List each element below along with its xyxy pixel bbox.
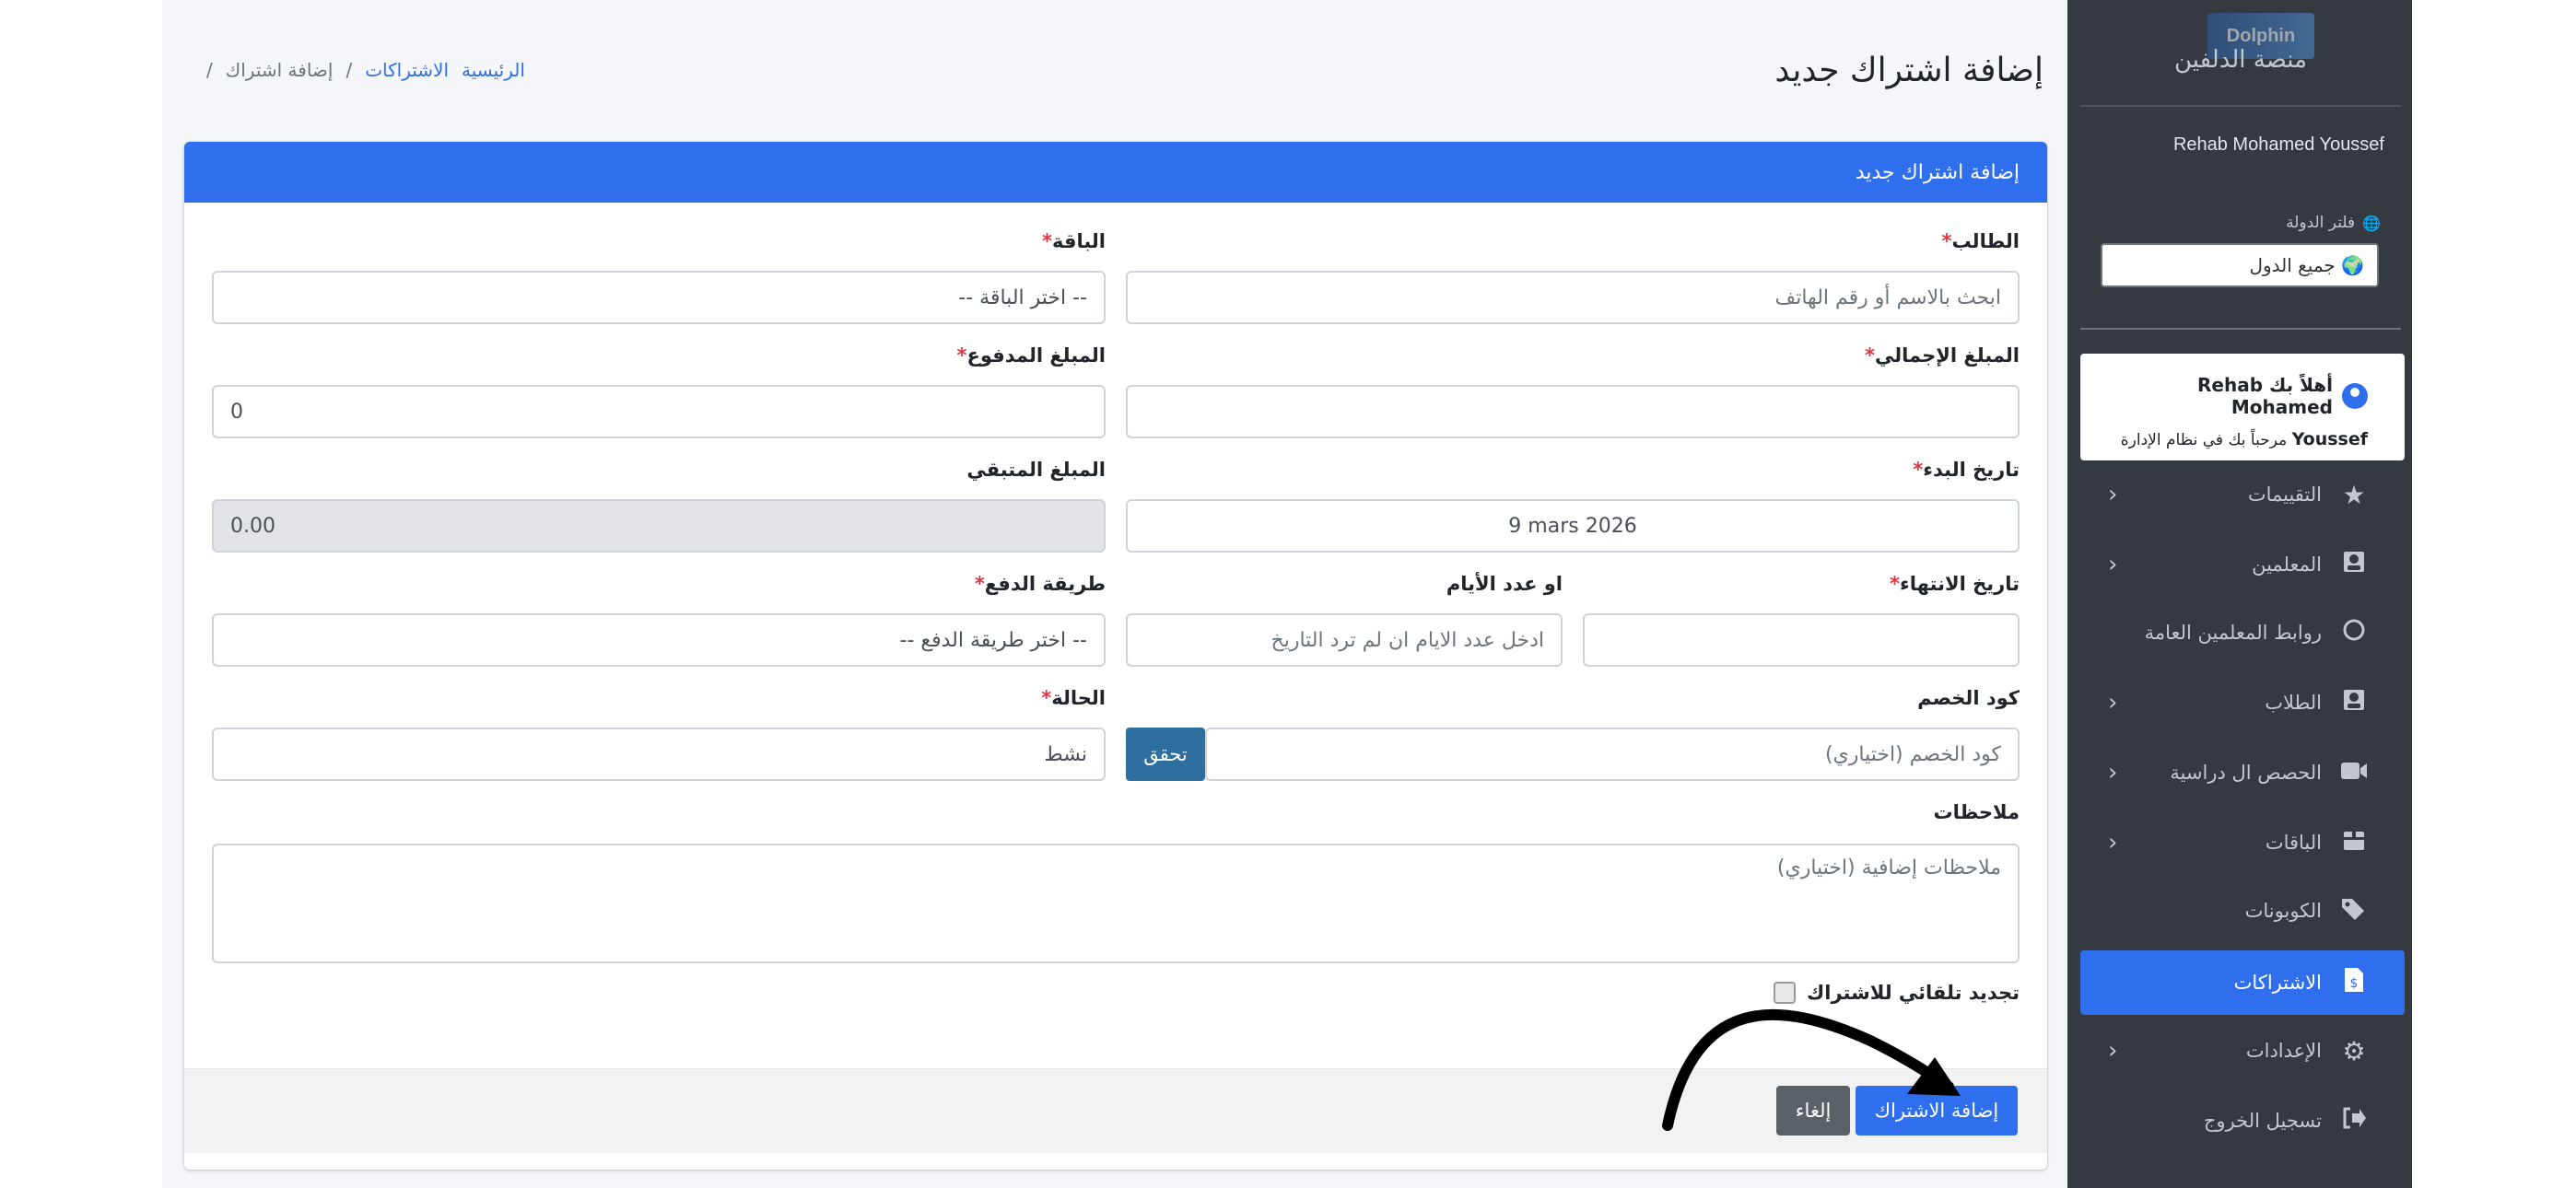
breadcrumb-home[interactable]: الرئيسية <box>462 59 525 81</box>
remaining-amount-input: 0.00 <box>212 499 1106 553</box>
package-label: الباقة* <box>1041 230 1106 252</box>
logout-icon <box>2340 1106 2368 1136</box>
days-count-label: او عدد الأيام <box>1446 573 1563 595</box>
cancel-button[interactable]: إلغاء <box>1776 1086 1850 1136</box>
right-margin <box>2412 0 2576 1188</box>
breadcrumb-separator: / <box>206 59 213 81</box>
country-filter-label: 🌐 فلتر الدولة <box>2286 214 2381 232</box>
subscription-form-card: إضافة اشتراك جديد الطالب* ابحث بالاسم أو… <box>184 142 2047 1170</box>
brand[interactable]: Dolphin منصة الدلفين <box>2080 0 2401 107</box>
student-icon <box>2340 688 2368 718</box>
auto-renew-checkbox[interactable] <box>1774 982 1797 1004</box>
submit-subscription-button[interactable]: إضافة الاشتراك <box>1856 1086 2018 1136</box>
sidebar-item-sessions[interactable]: الحصص ال دراسية ‹ <box>2080 740 2405 805</box>
sidebar-item-packages[interactable]: الباقات ‹ <box>2080 810 2405 875</box>
welcome-subtitle: مرحباً بك في نظام الإدارة <box>2120 431 2288 449</box>
status-label: الحالة* <box>1041 687 1106 709</box>
gear-icon: ⚙ <box>2342 1035 2366 1066</box>
sidebar-item-evaluations[interactable]: ★ التقييمات ‹ <box>2080 462 2405 527</box>
package-icon <box>2340 828 2368 858</box>
country-filter-select[interactable]: 🌍 جميع الدول <box>2101 243 2379 287</box>
sidebar-item-students[interactable]: الطلاب ‹ <box>2080 670 2405 735</box>
breadcrumb-separator: / <box>345 59 353 81</box>
chevron-left-icon: ‹ <box>2108 551 2118 578</box>
required-mark: * <box>1041 687 1052 709</box>
auto-renew-row: تجديد تلقائي للاشتراك <box>1774 982 2020 1004</box>
end-date-label: تاريخ الانتهاء* <box>1890 573 2020 595</box>
end-date-input[interactable] <box>1583 613 2020 667</box>
globe-icon: 🌐 <box>2362 214 2381 232</box>
sidebar-user-name[interactable]: Rehab Mohamed Youssef <box>2173 134 2384 156</box>
card-header: إضافة اشتراك جديد <box>184 142 2047 203</box>
tags-icon <box>2340 896 2368 926</box>
auto-renew-label: تجديد تلقائي للاشتراك <box>1807 982 2020 1004</box>
main-content: إضافة اشتراك جديد الرئيسية الاشتراكات / … <box>162 0 2067 1188</box>
star-icon: ★ <box>2342 479 2366 510</box>
required-mark: * <box>1890 573 1901 595</box>
required-mark: * <box>1941 230 1952 252</box>
breadcrumb: الرئيسية الاشتراكات / إضافة اشتراك / <box>206 59 525 81</box>
notes-textarea[interactable]: ملاحظات إضافية (اختياري) <box>212 844 2020 963</box>
payment-method-label: طريقة الدفع* <box>974 573 1106 595</box>
sidebar-divider <box>2080 328 2401 330</box>
sidebar-item-logout[interactable]: تسجيل الخروج <box>2080 1089 2405 1153</box>
left-margin <box>0 0 162 1188</box>
chevron-left-icon: ‹ <box>2108 481 2118 508</box>
paid-amount-input[interactable]: 0 <box>212 385 1106 438</box>
required-mark: * <box>974 573 985 595</box>
sidebar-item-subscriptions[interactable]: $ الاشتراكات <box>2080 950 2405 1015</box>
welcome-name-continued: Youssef <box>2291 429 2368 449</box>
required-mark: * <box>1864 344 1875 367</box>
card-footer: إضافة الاشتراك إلغاء <box>184 1068 2047 1153</box>
welcome-card: أهلاً بك Rehab Mohamed Youssef مرحباً بك… <box>2080 354 2405 460</box>
teacher-icon <box>2340 550 2368 580</box>
package-select[interactable]: -- اختر الباقة -- <box>212 271 1106 324</box>
user-circle-icon <box>2342 383 2368 409</box>
remaining-amount-label: المبلغ المتبقي <box>966 459 1106 481</box>
discount-code-input[interactable]: كود الخصم (اختياري) <box>1205 728 2020 781</box>
required-mark: * <box>1041 230 1052 252</box>
page-title: إضافة اشتراك جديد <box>1774 52 2043 89</box>
discount-code-label: كود الخصم <box>1917 687 2020 709</box>
svg-text:$: $ <box>2350 976 2359 991</box>
chevron-left-icon: ‹ <box>2108 689 2118 716</box>
start-date-input[interactable]: 9 mars 2026 <box>1126 499 2020 553</box>
paid-amount-label: المبلغ المدفوع* <box>956 344 1106 367</box>
total-amount-label: المبلغ الإجمالي* <box>1864 344 2020 367</box>
breadcrumb-subscriptions[interactable]: الاشتراكات <box>365 59 449 81</box>
payment-method-select[interactable]: -- اختر طريقة الدفع -- <box>212 613 1106 667</box>
total-amount-input[interactable] <box>1126 385 2020 438</box>
required-mark: * <box>1913 459 1924 481</box>
brand-name: منصة الدلفين <box>2173 46 2308 74</box>
days-count-input[interactable]: ادخل عدد الايام ان لم ترد التاريخ <box>1126 613 1563 667</box>
notes-label: ملاحظات <box>1933 801 2020 823</box>
chevron-left-icon: ‹ <box>2108 829 2118 856</box>
chevron-left-icon: ‹ <box>2108 1037 2118 1065</box>
start-date-label: تاريخ البدء* <box>1913 459 2020 481</box>
sidebar-item-teacher-links[interactable]: روابط المعلمين العامة <box>2080 600 2405 665</box>
breadcrumb-current: إضافة اشتراك <box>225 59 334 81</box>
sidebar: Dolphin منصة الدلفين Rehab Mohamed Youss… <box>2067 0 2412 1188</box>
sidebar-item-coupons[interactable]: الكوبونات <box>2080 879 2405 943</box>
video-icon <box>2340 758 2368 788</box>
sidebar-item-teachers[interactable]: المعلمين ‹ <box>2080 532 2405 597</box>
required-mark: * <box>956 344 967 367</box>
student-search-input[interactable]: ابحث بالاسم أو رقم الهاتف <box>1126 271 2020 324</box>
sidebar-item-settings[interactable]: ⚙ الإعدادات ‹ <box>2080 1019 2405 1083</box>
circle-icon <box>2340 618 2368 648</box>
chevron-left-icon: ‹ <box>2108 759 2118 786</box>
student-label: الطالب* <box>1941 230 2020 252</box>
status-select[interactable]: نشط <box>212 728 1106 781</box>
invoice-dollar-icon: $ <box>2340 967 2368 999</box>
verify-discount-button[interactable]: تحقق <box>1126 728 1205 781</box>
welcome-title: أهلاً بك Rehab Mohamed <box>2197 374 2333 418</box>
